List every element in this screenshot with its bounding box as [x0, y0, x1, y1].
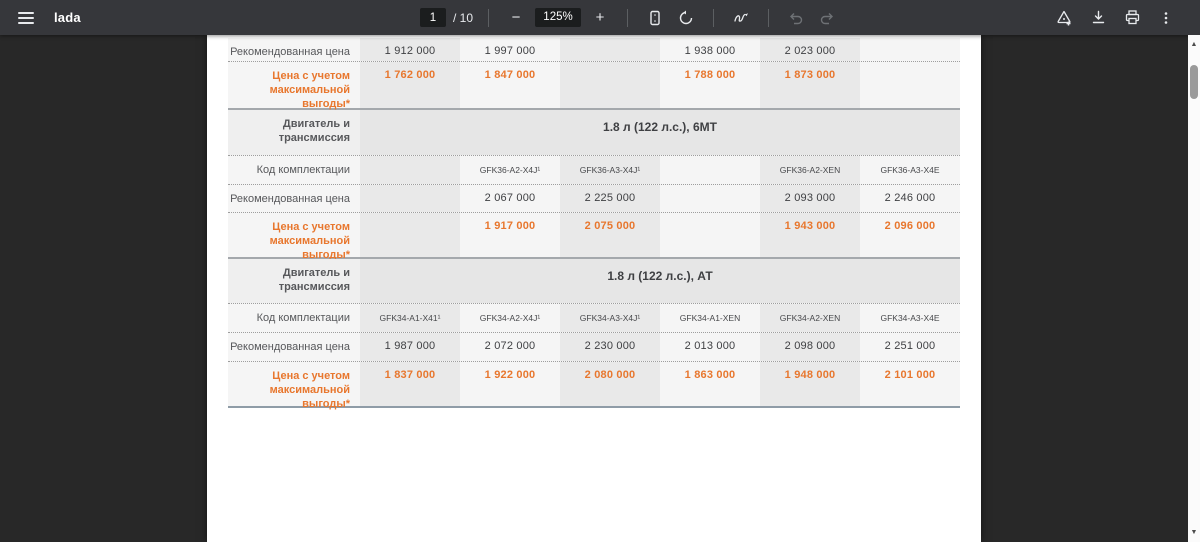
price-cell: 1 997 000	[484, 45, 536, 57]
download-icon[interactable]	[1086, 6, 1110, 30]
more-icon[interactable]	[1154, 6, 1178, 30]
undo-icon[interactable]	[784, 6, 808, 30]
table-row: Двигатель и трансмиссия 1.8 л (122 л.с.),…	[228, 108, 960, 155]
draw-icon[interactable]	[729, 6, 753, 30]
price-cell: 2 067 000	[484, 192, 536, 204]
row-label: Цена с учетом максимальной выгоды*	[269, 221, 350, 261]
price-cell: 2 230 000	[560, 333, 660, 361]
price-cell: 1 847 000	[484, 69, 536, 81]
zoom-level-value[interactable]: 125%	[535, 8, 582, 27]
fit-page-icon[interactable]	[643, 6, 667, 30]
price-cell: 2 080 000	[560, 362, 660, 406]
equipment-code-cell	[360, 156, 460, 184]
redo-icon[interactable]	[815, 6, 839, 30]
price-table: Рекомендованная цена 1 912 000 1 997 000 1 …	[228, 38, 960, 410]
price-cell	[560, 38, 660, 61]
price-cell: 1 873 000	[760, 62, 860, 108]
price-cell: 2 101 000	[884, 369, 936, 381]
price-cell: 2 098 000	[760, 333, 860, 361]
price-cell	[860, 62, 960, 108]
price-cell: 1 943 000	[760, 213, 860, 257]
price-cell: 1 762 000	[360, 62, 460, 108]
toolbar-divider	[768, 8, 770, 27]
price-cell: 2 072 000	[484, 340, 536, 352]
price-cell: 1 837 000	[360, 362, 460, 406]
equipment-code-cell: GFK34-A3-X4E	[880, 313, 940, 323]
equipment-code-cell: GFK34-A1-X41¹	[360, 304, 460, 332]
toolbar-divider	[713, 8, 715, 27]
row-label: Рекомендованная цена	[230, 46, 350, 58]
scroll-up-icon[interactable]: ▲	[1188, 39, 1200, 51]
table-row: Рекомендованная цена 1 912 000 1 997 000 1 …	[228, 38, 960, 61]
page-number-input[interactable]	[420, 8, 446, 27]
price-cell: 1 788 000	[684, 69, 736, 81]
toolbar-divider	[627, 8, 629, 27]
equipment-code-cell: GFK36-A3-X4J¹	[560, 156, 660, 184]
vertical-scrollbar[interactable]: ▲ ▼	[1188, 35, 1200, 542]
table-row: Код комплектации GFK36-A2-X4J¹ GFK36-A3-X4…	[228, 155, 960, 184]
price-cell: 1 948 000	[760, 362, 860, 406]
engine-transmission-value: 1.8 л (122 л.с.), АТ	[607, 269, 713, 283]
equipment-code-cell: GFK36-A2-XEN	[760, 156, 860, 184]
acrobat-icon[interactable]	[1052, 6, 1076, 30]
price-cell: 2 023 000	[760, 38, 860, 61]
pdf-page: Рекомендованная цена 1 912 000 1 997 000 1 …	[207, 35, 981, 542]
toolbar-divider	[488, 8, 490, 27]
rotate-icon[interactable]	[674, 6, 698, 30]
row-label: Рекомендованная цена	[230, 341, 350, 353]
print-icon[interactable]	[1120, 6, 1144, 30]
price-cell: 1 987 000	[360, 333, 460, 361]
price-cell	[360, 213, 460, 257]
price-cell	[660, 185, 760, 212]
row-label: Код комплектации	[256, 164, 350, 176]
table-row: Цена с учетом максимальной выгоды* 1 837 …	[228, 361, 960, 410]
table-row: Цена с учетом максимальной выгоды* 1 917 …	[228, 212, 960, 261]
equipment-code-cell: GFK36-A3-X4E	[880, 165, 940, 175]
price-cell: 1 938 000	[684, 45, 736, 57]
table-row: Код комплектации GFK34-A1-X41¹ GFK34-A2-X4…	[228, 303, 960, 332]
scrollbar-thumb[interactable]	[1190, 65, 1198, 99]
zoom-out-button[interactable]: −	[504, 6, 528, 30]
equipment-code-cell: GFK36-A2-X4J¹	[479, 165, 541, 175]
table-row: Цена с учетом максимальной выгоды* 1 762 …	[228, 61, 960, 110]
price-cell: 1 863 000	[684, 369, 736, 381]
row-label: Двигатель и трансмиссия	[228, 110, 360, 155]
table-row: Двигатель и трансмиссия 1.8 л (122 л.с.),…	[228, 257, 960, 303]
price-cell	[560, 62, 660, 108]
table-row: Рекомендованная цена 2 067 000 2 225 000 2 …	[228, 184, 960, 212]
row-label: Цена с учетом максимальной выгоды*	[269, 370, 350, 410]
zoom-in-button[interactable]: +	[588, 6, 612, 30]
pdf-viewer-area: Рекомендованная цена 1 912 000 1 997 000 1 …	[0, 35, 1188, 542]
price-cell	[860, 38, 960, 61]
price-cell: 2 246 000	[884, 192, 936, 204]
equipment-code-cell	[660, 156, 760, 184]
price-cell: 2 013 000	[684, 340, 736, 352]
price-cell: 1 917 000	[484, 220, 536, 232]
row-label: Код комплектации	[256, 312, 350, 324]
equipment-code-cell: GFK34-A1-XEN	[679, 313, 741, 323]
pdf-toolbar: lada / 10 − 125% +	[0, 0, 1200, 35]
equipment-code-cell: GFK34-A2-X4J¹	[479, 313, 541, 323]
engine-transmission-value: 1.8 л (122 л.с.), 6МТ	[603, 120, 717, 134]
menu-icon[interactable]	[18, 11, 34, 24]
table-row: Рекомендованная цена 1 987 000 2 072 000 2 …	[228, 332, 960, 361]
row-label: Рекомендованная цена	[230, 193, 350, 205]
price-cell: 2 096 000	[884, 220, 936, 232]
price-cell: 1 922 000	[484, 369, 536, 381]
page-count-label: / 10	[453, 10, 474, 25]
price-cell: 2 093 000	[760, 185, 860, 212]
equipment-code-cell: GFK34-A2-XEN	[760, 304, 860, 332]
row-label: Цена с учетом максимальной выгоды*	[269, 70, 350, 110]
price-cell	[360, 185, 460, 212]
row-label: Двигатель и трансмиссия	[228, 259, 360, 303]
price-cell	[660, 213, 760, 257]
scroll-down-icon[interactable]: ▼	[1188, 527, 1200, 539]
document-title: lada	[54, 10, 81, 25]
equipment-code-cell: GFK34-A3-X4J¹	[560, 304, 660, 332]
price-cell: 2 251 000	[884, 340, 936, 352]
price-cell: 2 075 000	[560, 213, 660, 257]
price-cell: 2 225 000	[560, 185, 660, 212]
price-cell: 1 912 000	[360, 38, 460, 61]
